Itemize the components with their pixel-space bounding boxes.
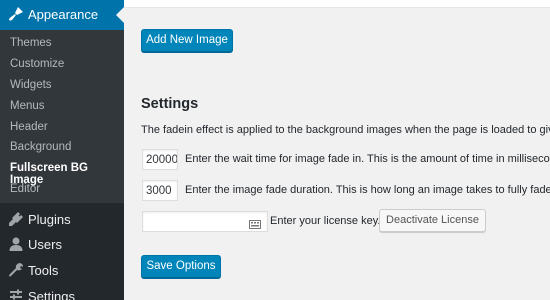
menu-item-label: Users xyxy=(28,237,62,252)
license-key-input[interactable] xyxy=(142,211,268,232)
menu-item-appearance[interactable]: Appearance xyxy=(0,0,124,30)
menu-item-users[interactable]: Users xyxy=(0,232,124,258)
menu-item-settings[interactable]: Settings xyxy=(0,284,124,300)
submenu-item-header[interactable]: Header xyxy=(10,121,48,133)
wrench-icon xyxy=(8,262,24,278)
submenu-item-widgets[interactable]: Widgets xyxy=(10,79,52,91)
user-icon xyxy=(8,236,24,252)
submenu-item-themes[interactable]: Themes xyxy=(10,37,52,49)
add-new-image-button[interactable]: Add New Image xyxy=(141,29,233,52)
appearance-submenu: Themes Customize Widgets Menus Header Ba… xyxy=(0,30,124,203)
settings-icon xyxy=(8,288,24,300)
menu-item-tools[interactable]: Tools xyxy=(0,258,124,284)
submenu-item-menus[interactable]: Menus xyxy=(10,100,45,112)
wait-time-input[interactable]: 20000 xyxy=(142,149,178,170)
fadein-description: The fadein effect is applied to the back… xyxy=(141,124,550,136)
menu-item-label: Plugins xyxy=(28,212,71,227)
plugin-icon xyxy=(8,211,24,227)
paintbrush-icon xyxy=(8,6,24,22)
menu-item-label: Appearance xyxy=(28,7,99,22)
save-options-button[interactable]: Save Options xyxy=(141,255,221,278)
menu-item-plugins[interactable]: Plugins xyxy=(0,207,124,233)
license-description: Enter your license key. xyxy=(270,215,381,227)
submenu-item-background[interactable]: Background xyxy=(10,141,71,153)
settings-heading: Settings xyxy=(141,96,199,112)
menu-item-label: Settings xyxy=(28,289,75,300)
admin-sidebar: Appearance Themes Customize Widgets Menu… xyxy=(0,0,124,300)
submenu-item-editor[interactable]: Editor xyxy=(10,183,40,195)
fade-duration-input[interactable]: 3000 xyxy=(142,180,178,201)
submenu-item-customize[interactable]: Customize xyxy=(10,58,64,70)
current-menu-arrow xyxy=(116,7,124,23)
keyboard-icon xyxy=(249,217,261,229)
menu-item-label: Tools xyxy=(28,263,59,278)
image-list-panel xyxy=(124,0,550,8)
fade-duration-description: Enter the image fade duration. This is h… xyxy=(185,184,550,196)
wait-time-description: Enter the wait time for image fade in. T… xyxy=(185,153,550,165)
deactivate-license-button[interactable]: Deactivate License xyxy=(379,209,486,232)
